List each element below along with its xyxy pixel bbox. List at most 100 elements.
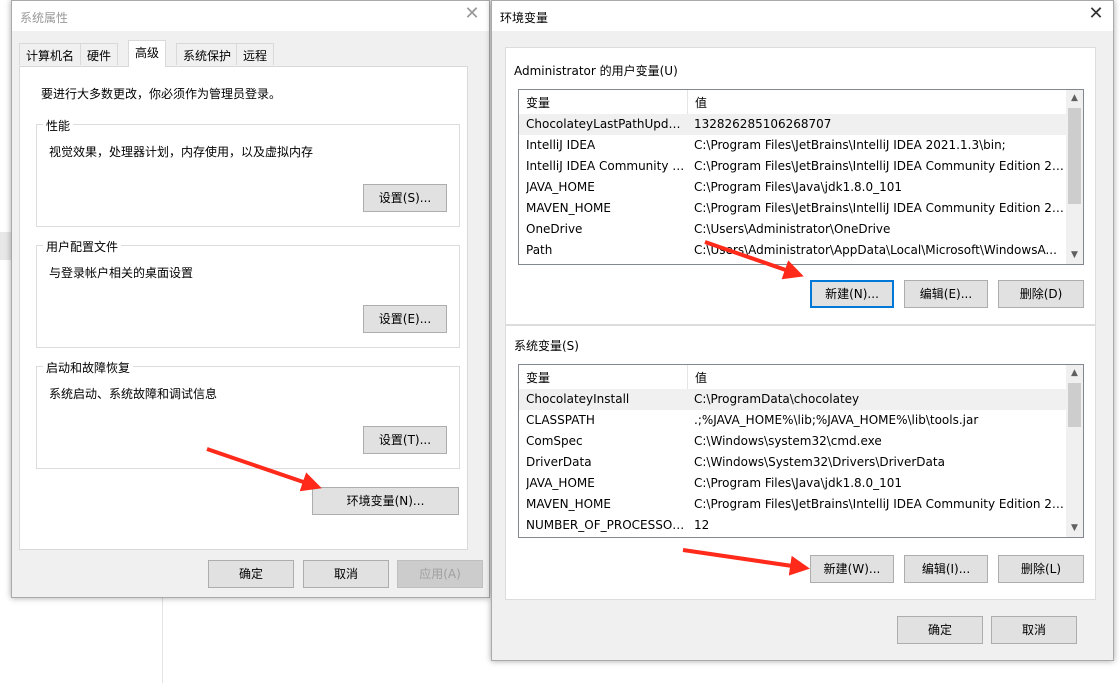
scrollbar-thumb[interactable]	[1068, 383, 1081, 427]
system-variables-label: 系统变量(S)	[514, 339, 579, 353]
column-divider[interactable]	[687, 365, 688, 389]
variable-value-cell: C:\Program Files\JetBrains\IntelliJ IDEA…	[694, 201, 1064, 215]
table-row[interactable]: CLASSPATH .;%JAVA_HOME%\lib;%JAVA_HOME%\l…	[519, 410, 1066, 431]
user-delete-button[interactable]: 删除(D)	[998, 280, 1084, 308]
variable-name-cell: IntelliJ IDEA Community E...	[526, 159, 686, 173]
table-row[interactable]: DriverData C:\Windows\System32\Drivers\Dr…	[519, 452, 1066, 473]
system-variables-list[interactable]: 变量 值 ChocolateyInstall C:\ProgramData\cho…	[518, 364, 1084, 538]
column-divider[interactable]	[687, 90, 688, 114]
group-title: 性能	[43, 117, 74, 134]
tab-computer-name[interactable]: 计算机名	[19, 43, 82, 65]
system-variables-panel: 系统变量(S) 变量 值 ChocolateyInstall C:\Program…	[505, 325, 1096, 600]
group-description: 与登录帐户相关的桌面设置	[49, 266, 194, 280]
table-row[interactable]: ChocolateyInstall C:\ProgramData\chocolat…	[519, 389, 1066, 410]
variable-name-cell: MAVEN_HOME	[526, 497, 611, 511]
scroll-up-icon[interactable]: ▲	[1066, 90, 1083, 107]
column-header-variable[interactable]: 变量	[526, 94, 550, 111]
variable-name-cell: CLASSPATH	[526, 413, 595, 427]
variable-value-cell: 12	[694, 518, 710, 532]
scroll-up-icon[interactable]: ▲	[1066, 365, 1083, 382]
variable-name-cell: IntelliJ IDEA	[526, 138, 596, 152]
variable-value-cell: C:\Program Files\JetBrains\IntelliJ IDEA…	[694, 497, 1064, 511]
title-bar[interactable]: 环境变量 ✕	[492, 1, 1113, 31]
variable-name-cell: MAVEN_HOME	[526, 201, 611, 215]
startup-recovery-group: 启动和故障恢复 系统启动、系统故障和调试信息 设置(T)...	[36, 359, 460, 469]
system-edit-button[interactable]: 编辑(I)...	[904, 555, 988, 583]
variable-value-cell: C:\Windows\System32\Drivers\DriverData	[694, 455, 945, 469]
variable-name-cell: JAVA_HOME	[526, 180, 595, 194]
variable-value-cell: C:\Program Files\Java\jdk1.8.0_101	[694, 180, 903, 194]
column-header-value[interactable]: 值	[695, 94, 707, 111]
table-row[interactable]: Path C:\Users\Administrator\AppData\Local…	[519, 240, 1066, 261]
variable-name-cell: OneDrive	[526, 222, 583, 236]
table-row[interactable]: ChocolateyLastPathUpdate 1328262851062687…	[519, 114, 1066, 135]
tab-advanced[interactable]: 高级	[128, 40, 167, 67]
variable-value-cell: C:\Users\Administrator\AppData\Local\Mic…	[694, 243, 1057, 257]
cancel-button[interactable]: 取消	[991, 616, 1077, 644]
variable-name-cell: ChocolateyLastPathUpdate	[526, 117, 686, 131]
table-row[interactable]: IntelliJ IDEA Community E... C:\Program F…	[519, 156, 1066, 177]
cancel-button[interactable]: 取消	[303, 560, 389, 588]
variable-name-cell: Path	[526, 243, 553, 257]
tab-hardware[interactable]: 硬件	[80, 43, 119, 65]
ok-button[interactable]: 确定	[897, 616, 983, 644]
performance-group: 性能 视觉效果，处理器计划，内存使用，以及虚拟内存 设置(S)...	[36, 117, 460, 227]
variable-value-cell: C:\Program Files\JetBrains\IntelliJ IDEA…	[694, 159, 1064, 173]
variable-value-cell: C:\Users\Administrator\OneDrive	[694, 222, 891, 236]
environment-variables-button[interactable]: 环境变量(N)...	[312, 487, 459, 515]
user-edit-button[interactable]: 编辑(E)...	[904, 280, 988, 308]
variable-value-cell: C:\Program Files\JetBrains\IntelliJ IDEA…	[694, 138, 1006, 152]
column-header-variable[interactable]: 变量	[526, 369, 550, 386]
variable-value-cell: C:\Program Files\Java\jdk1.8.0_101	[694, 476, 903, 490]
table-row[interactable]: JAVA_HOME C:\Program Files\Java\jdk1.8.0_…	[519, 177, 1066, 198]
window-title: 环境变量	[500, 11, 549, 25]
column-header-value[interactable]: 值	[695, 369, 707, 386]
tab-remote[interactable]: 远程	[236, 43, 275, 65]
variable-name-cell: DriverData	[526, 455, 592, 469]
variable-value-cell: 132826285106268707	[694, 117, 832, 131]
variable-name-cell: JAVA_HOME	[526, 476, 595, 490]
variable-name-cell: NUMBER_OF_PROCESSORS	[526, 518, 686, 532]
admin-notice: 要进行大多数更改，你必须作为管理员登录。	[41, 87, 282, 101]
table-row[interactable]: OneDrive C:\Users\Administrator\OneDrive	[519, 219, 1066, 240]
system-delete-button[interactable]: 删除(L)	[998, 555, 1084, 583]
variable-name-cell: ComSpec	[526, 434, 583, 448]
startup-recovery-settings-button[interactable]: 设置(T)...	[363, 426, 447, 454]
user-new-button[interactable]: 新建(N)...	[810, 280, 894, 308]
list-header: 变量 值	[519, 365, 1066, 389]
vertical-scrollbar[interactable]: ▲ ▼	[1066, 90, 1083, 264]
variable-value-cell: .;%JAVA_HOME%\lib;%JAVA_HOME%\lib\tools.…	[694, 413, 979, 427]
table-row[interactable]: ComSpec C:\Windows\system32\cmd.exe	[519, 431, 1066, 452]
vertical-scrollbar[interactable]: ▲ ▼	[1066, 365, 1083, 537]
user-variables-label: Administrator 的用户变量(U)	[514, 64, 678, 78]
user-profiles-group: 用户配置文件 与登录帐户相关的桌面设置 设置(E)...	[36, 238, 460, 348]
system-properties-window: 系统属性 ✕ 计算机名 硬件 高级 系统保护 远程 要进行大多数更改，你必须作为…	[11, 0, 490, 598]
close-icon[interactable]: ✕	[461, 4, 483, 26]
user-profiles-settings-button[interactable]: 设置(E)...	[363, 305, 447, 333]
group-title: 启动和故障恢复	[43, 359, 134, 376]
apply-button[interactable]: 应用(A)	[397, 560, 483, 588]
scrollbar-thumb[interactable]	[1068, 108, 1081, 204]
scroll-down-icon[interactable]: ▼	[1066, 247, 1083, 264]
performance-settings-button[interactable]: 设置(S)...	[363, 184, 447, 212]
environment-variables-window: 环境变量 ✕ Administrator 的用户变量(U) 变量 值 Choco…	[491, 0, 1114, 661]
table-row[interactable]: NUMBER_OF_PROCESSORS 12	[519, 515, 1066, 536]
table-row[interactable]: MAVEN_HOME C:\Program Files\JetBrains\Int…	[519, 198, 1066, 219]
advanced-tab-panel: 要进行大多数更改，你必须作为管理员登录。 性能 视觉效果，处理器计划，内存使用，…	[19, 66, 468, 550]
variable-value-cell: C:\Windows\system32\cmd.exe	[694, 434, 882, 448]
window-title: 系统属性	[20, 11, 69, 25]
group-title: 用户配置文件	[43, 238, 122, 255]
user-variables-list[interactable]: 变量 值 ChocolateyLastPathUpdate 13282628510…	[518, 89, 1084, 265]
close-icon[interactable]: ✕	[1085, 4, 1107, 26]
table-row[interactable]: MAVEN_HOME C:\Program Files\JetBrains\Int…	[519, 494, 1066, 515]
table-row[interactable]: IntelliJ IDEA C:\Program Files\JetBrains\…	[519, 135, 1066, 156]
system-new-button[interactable]: 新建(W)...	[810, 555, 894, 583]
background-divider	[162, 598, 163, 683]
tab-system-protection[interactable]: 系统保护	[176, 43, 239, 65]
group-description: 系统启动、系统故障和调试信息	[49, 387, 218, 401]
variable-value-cell: C:\ProgramData\chocolatey	[694, 392, 860, 406]
ok-button[interactable]: 确定	[208, 560, 294, 588]
title-bar[interactable]: 系统属性 ✕	[12, 1, 489, 31]
scroll-down-icon[interactable]: ▼	[1066, 520, 1083, 537]
table-row[interactable]: JAVA_HOME C:\Program Files\Java\jdk1.8.0_…	[519, 473, 1066, 494]
